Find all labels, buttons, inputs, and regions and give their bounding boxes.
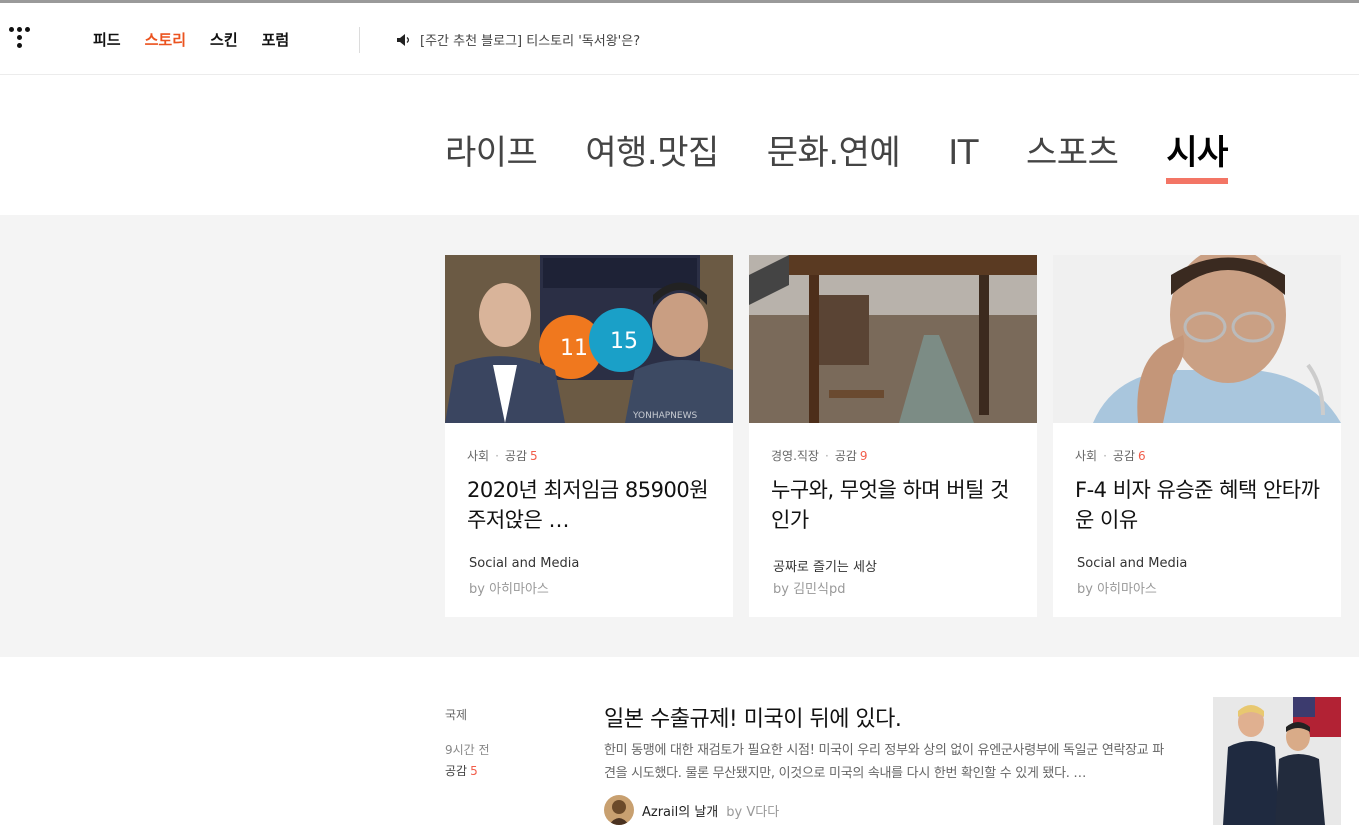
card-title[interactable]: 2020년 최저임금 85900원 주저앉은 … [467,475,717,535]
article-time: 9시간 전 [445,743,490,757]
svg-text:11: 11 [560,336,588,361]
card-category[interactable]: 사회 [1075,449,1097,463]
article-category[interactable]: 국제 [445,706,467,723]
tab-sports[interactable]: 스포츠 [1026,130,1119,182]
article-author-name: by V다다 [726,804,780,820]
article-list-item[interactable]: 국제 9시간 전 공감 5 일본 수출규제! 미국이 뒤에 있다. 한미 동맹에 … [0,657,1359,837]
like-label: 공감 [504,449,528,463]
tab-life[interactable]: 라이프 [445,130,538,182]
like-label: 공감 [834,449,857,463]
like-count: 5 [470,764,478,778]
tistory-logo-icon[interactable] [9,27,35,53]
speaker-icon [397,33,410,46]
card-thumbnail [749,255,1037,423]
card-meta: 경영.직장 · 공감 9 [771,449,868,463]
article-author[interactable]: Azrail의 날개 by V다다 [604,795,779,825]
article-like: 공감 5 [445,762,478,779]
article-description[interactable]: 한미 동맹에 대한 재검토가 필요한 시점! 미국이 우리 정부와 상의 없이 … [604,739,1174,785]
notice-text: [주간 추천 블로그] 티스토리 '독서왕'은? [420,34,641,49]
main-nav: 피드 스토리 스킨 포럼 [93,29,289,50]
notice-banner[interactable]: [주간 추천 블로그] 티스토리 '독서왕'은? [396,30,640,49]
card-blog-name[interactable]: 공짜로 즐기는 세상 [773,556,877,575]
article-title[interactable]: 일본 수출규제! 미국이 뒤에 있다. [604,701,902,733]
story-card[interactable]: 11 15 YONHAPNEWS 사회 · 공감 5 2020년 최저임금 85900… [445,255,733,617]
card-title[interactable]: F-4 비자 유승준 혜택 안타까운 이유 [1075,475,1325,535]
card-thumbnail [1053,255,1341,423]
svg-text:15: 15 [610,329,638,354]
card-thumbnail: 11 15 YONHAPNEWS [445,255,733,423]
like-label: 공감 [1112,449,1136,463]
card-title[interactable]: 누구와, 무엇을 하며 버틸 것인가 [771,475,1021,535]
story-card[interactable]: 경영.직장 · 공감 9 누구와, 무엇을 하며 버틸 것인가 공짜로 즐기는 세상 … [749,255,1037,617]
like-count: 5 [530,449,538,463]
card-meta: 사회 · 공감 6 [1075,449,1146,463]
card-author: by 아히마아스 [469,582,549,597]
card-category[interactable]: 경영.직장 [771,449,819,463]
top-header: 피드 스토리 스킨 포럼 [주간 추천 블로그] 티스토리 '독서왕'은? [0,3,1359,75]
tab-current-affairs[interactable]: 시사 [1166,130,1228,184]
card-author: by 김민식pd [773,582,846,597]
card-blog-name[interactable]: Social and Media [1077,556,1187,571]
card-category[interactable]: 사회 [467,449,489,463]
article-thumbnail[interactable] [1213,697,1341,825]
nav-forum[interactable]: 포럼 [262,29,290,50]
avatar[interactable] [604,795,634,825]
card-meta: 사회 · 공감 5 [467,449,538,463]
tab-travel-food[interactable]: 여행.맛집 [585,130,719,182]
article-blog-name[interactable]: Azrail의 날개 [642,801,718,820]
card-author: by 아히마아스 [1077,582,1157,597]
like-count: 6 [1138,449,1146,463]
nav-skin[interactable]: 스킨 [210,29,238,50]
tab-it[interactable]: IT [948,130,978,182]
like-label: 공감 [445,764,468,778]
card-blog-name[interactable]: Social and Media [469,556,579,571]
nav-story[interactable]: 스토리 [145,29,186,50]
nav-divider [359,27,360,53]
nav-feed[interactable]: 피드 [93,29,121,50]
like-count: 9 [859,449,868,463]
story-card[interactable]: 사회 · 공감 6 F-4 비자 유승준 혜택 안타까운 이유 Social and … [1053,255,1341,617]
tab-culture-entertainment[interactable]: 문화.연예 [767,130,901,182]
category-tabs: 라이프 여행.맛집 문화.연예 IT 스포츠 시사 [445,130,1276,184]
watermark-text: YONHAPNEWS [632,411,697,421]
